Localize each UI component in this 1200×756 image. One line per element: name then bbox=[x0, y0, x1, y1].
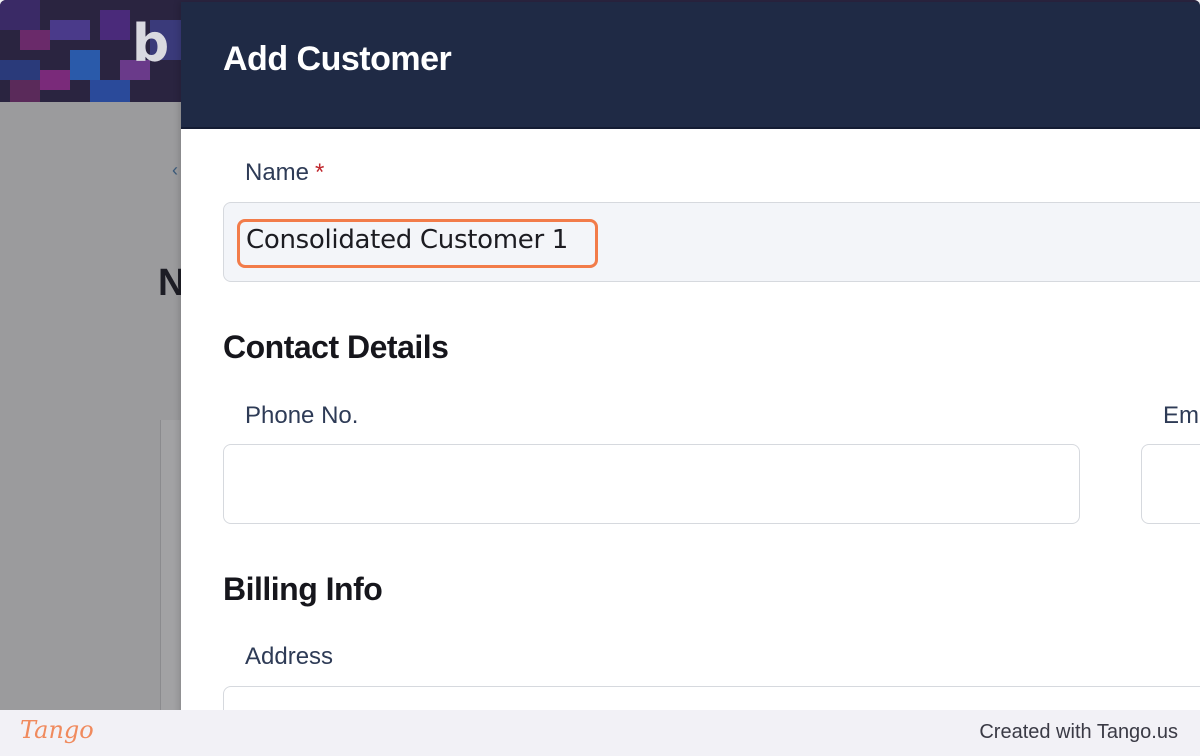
highlight-box bbox=[237, 219, 598, 268]
chevron-left-icon[interactable]: ‹ bbox=[172, 160, 178, 181]
email-label: Em bbox=[1163, 402, 1199, 429]
modal-header: Add Customer bbox=[181, 2, 1200, 129]
name-label-text: Name bbox=[245, 159, 310, 186]
address-input[interactable] bbox=[223, 686, 1200, 710]
phone-input[interactable] bbox=[223, 444, 1080, 524]
phone-label: Phone No. bbox=[245, 402, 359, 429]
modal-title: Add Customer bbox=[223, 40, 452, 78]
email-input[interactable] bbox=[1141, 444, 1200, 524]
contact-details-heading: Contact Details bbox=[223, 329, 449, 365]
tango-logo: Tango bbox=[20, 716, 94, 744]
name-label: Name * bbox=[245, 159, 324, 187]
address-label: Address bbox=[245, 643, 334, 670]
app-logo[interactable]: b bbox=[132, 18, 169, 70]
required-indicator: * bbox=[315, 159, 325, 186]
screenshot-frame: b ‹ N Add Customer Name * Consolidated Cu… bbox=[0, 0, 1200, 710]
billing-info-heading: Billing Info bbox=[223, 571, 383, 607]
tango-footer: Tango Created with Tango.us bbox=[0, 710, 1200, 756]
add-customer-modal: Add Customer Name * Consolidated Customer… bbox=[181, 2, 1200, 710]
created-with-text: Created with Tango.us bbox=[979, 721, 1178, 743]
